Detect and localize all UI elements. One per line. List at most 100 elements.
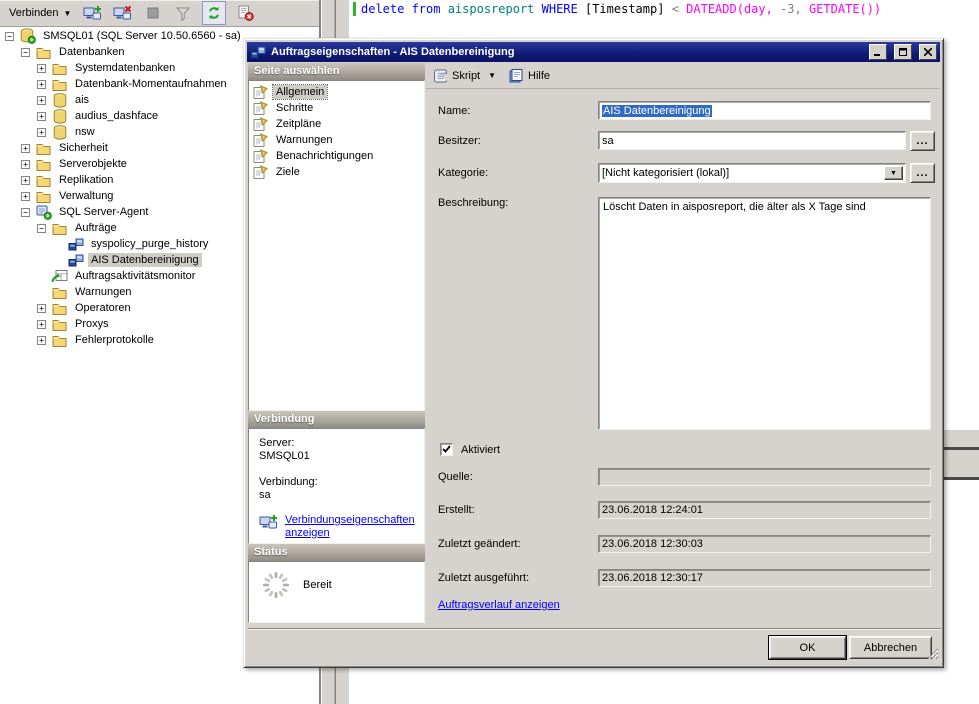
page-item-benachrichtigungen[interactable]: Benachrichtigungen <box>249 148 424 164</box>
category-browse-button[interactable]: ... <box>910 163 935 183</box>
tree-item-label[interactable]: ais <box>72 93 92 107</box>
tree-item-label[interactable]: Systemdatenbanken <box>72 61 178 75</box>
expand-icon[interactable]: + <box>37 112 46 121</box>
expand-icon[interactable]: + <box>37 64 46 73</box>
tree-item-label[interactable]: Aufträge <box>72 221 120 235</box>
page-item-label[interactable]: Ziele <box>273 165 303 179</box>
description-textarea[interactable]: Löscht Daten in aisposreport, die älter … <box>598 197 931 430</box>
expand-icon[interactable]: + <box>37 128 46 137</box>
source-field <box>598 468 931 486</box>
page-item-label[interactable]: Benachrichtigungen <box>273 149 376 163</box>
owner-input[interactable]: sa <box>598 131 906 150</box>
sql-statement[interactable]: delete from aisposreport WHERE [Timestam… <box>361 2 881 16</box>
page-item-label[interactable]: Schritte <box>273 101 316 115</box>
name-label: Name: <box>438 105 470 117</box>
connection-panel: Server: SMSQL01 Verbindung: sa Verbindun… <box>248 428 425 544</box>
description-label: Beschreibung: <box>438 197 508 209</box>
expand-icon[interactable]: + <box>37 80 46 89</box>
enabled-checkbox[interactable] <box>440 443 453 456</box>
category-select[interactable]: [Nicht kategorisiert (lokal)] ▼ <box>598 163 906 183</box>
checkmark-icon <box>442 445 451 454</box>
close-button[interactable] <box>919 44 937 60</box>
script-button[interactable]: Skript <box>452 70 480 82</box>
resize-grip[interactable] <box>926 647 939 663</box>
agent-icon <box>35 204 52 220</box>
collapse-icon[interactable]: − <box>21 48 30 57</box>
page-item-label[interactable]: Allgemein <box>273 85 327 99</box>
expand-icon[interactable]: + <box>37 320 46 329</box>
page-item-ziele[interactable]: Ziele <box>249 164 424 180</box>
created-field: 23.06.2018 12:24:01 <box>598 501 931 519</box>
source-label: Quelle: <box>438 471 473 483</box>
dialog-titlebar[interactable]: Auftragseigenschaften - AIS Datenbereini… <box>247 42 940 62</box>
stop-icon[interactable] <box>142 2 164 24</box>
cancel-button[interactable]: Abbrechen <box>849 636 932 659</box>
expand-icon[interactable]: + <box>21 160 30 169</box>
expand-icon[interactable]: + <box>37 96 46 105</box>
tree-item-label[interactable]: Verwaltung <box>56 189 116 203</box>
minimize-button[interactable] <box>869 44 887 60</box>
sql-token: GETDATE()) <box>809 2 881 16</box>
tree-item-label[interactable]: Datenbank-Momentaufnahmen <box>72 77 230 91</box>
tree-item-label[interactable]: SMSQL01 (SQL Server 10.50.6560 - sa) <box>40 29 244 43</box>
tree-item-label[interactable]: Sicherheit <box>56 141 111 155</box>
tree-item-label[interactable]: Proxys <box>72 317 112 331</box>
help-icon <box>508 68 524 84</box>
script-error-icon[interactable] <box>234 2 256 24</box>
owner-label: Besitzer: <box>438 135 481 147</box>
tree-item-label[interactable]: Fehlerprotokolle <box>72 333 157 347</box>
page-icon <box>253 149 268 163</box>
help-button[interactable]: Hilfe <box>528 70 550 82</box>
executed-field: 23.06.2018 12:30:17 <box>598 569 931 587</box>
page-icon <box>253 133 268 147</box>
folder-icon <box>51 222 68 235</box>
tree-item-label[interactable]: AIS Datenbereinigung <box>88 253 202 267</box>
collapse-icon[interactable]: − <box>21 208 30 217</box>
expand-icon[interactable]: + <box>37 304 46 313</box>
view-job-history-link[interactable]: Auftragsverlauf anzeigen <box>438 599 560 611</box>
folder-icon <box>35 142 52 155</box>
connect-icon[interactable] <box>82 2 104 24</box>
collapse-icon[interactable]: − <box>5 32 14 41</box>
expand-icon[interactable]: + <box>21 192 30 201</box>
expand-icon[interactable]: + <box>21 176 30 185</box>
combo-dropdown-icon[interactable]: ▼ <box>884 166 903 180</box>
sql-token: aisposreport <box>448 2 542 16</box>
page-item-zeitpläne[interactable]: Zeitpläne <box>249 116 424 132</box>
tree-item-label[interactable]: Operatoren <box>72 301 134 315</box>
change-tracking-bar <box>353 2 356 16</box>
tree-item-label[interactable]: Warnungen <box>72 285 134 299</box>
tree-item-label[interactable]: Serverobjekte <box>56 157 130 171</box>
page-icon <box>253 117 268 131</box>
tree-item-label[interactable]: Replikation <box>56 173 116 187</box>
page-item-allgemein[interactable]: Allgemein <box>249 84 424 100</box>
connect-dropdown-button[interactable]: Verbinden ▼ <box>6 5 74 21</box>
tree-item-label[interactable]: nsw <box>72 125 98 139</box>
name-input[interactable]: AIS Datenbereinigung <box>598 101 931 120</box>
page-item-label[interactable]: Zeitpläne <box>273 117 324 131</box>
owner-browse-button[interactable]: ... <box>910 131 935 151</box>
filter-icon[interactable] <box>172 2 194 24</box>
maximize-button[interactable] <box>894 44 912 60</box>
view-connection-properties-link[interactable]: Verbindungseigenschaften anzeigen <box>285 514 415 540</box>
tree-item-label[interactable]: audius_dashface <box>72 109 161 123</box>
tree-item-label[interactable]: Datenbanken <box>56 45 127 59</box>
executed-label: Zuletzt ausgeführt: <box>438 572 529 584</box>
folder-icon <box>51 334 68 347</box>
ok-button[interactable]: OK <box>769 636 846 659</box>
page-item-warnungen[interactable]: Warnungen <box>249 132 424 148</box>
page-item-label[interactable]: Warnungen <box>273 133 335 147</box>
dialog-title: Auftragseigenschaften - AIS Datenbereini… <box>271 46 862 58</box>
tree-item-label[interactable]: Auftragsaktivitätsmonitor <box>72 269 198 283</box>
collapse-icon[interactable]: − <box>37 224 46 233</box>
chevron-down-icon[interactable]: ▼ <box>488 71 496 80</box>
expand-icon[interactable]: + <box>37 336 46 345</box>
server-icon <box>19 28 36 44</box>
page-item-schritte[interactable]: Schritte <box>249 100 424 116</box>
refresh-icon[interactable] <box>202 1 226 25</box>
tree-item-label[interactable]: SQL Server-Agent <box>56 205 151 219</box>
disconnect-icon[interactable] <box>112 2 134 24</box>
screen: { "colors":{"titlebar":"#0f1b74","select… <box>0 0 979 704</box>
tree-item-label[interactable]: syspolicy_purge_history <box>88 237 211 251</box>
expand-icon[interactable]: + <box>21 144 30 153</box>
